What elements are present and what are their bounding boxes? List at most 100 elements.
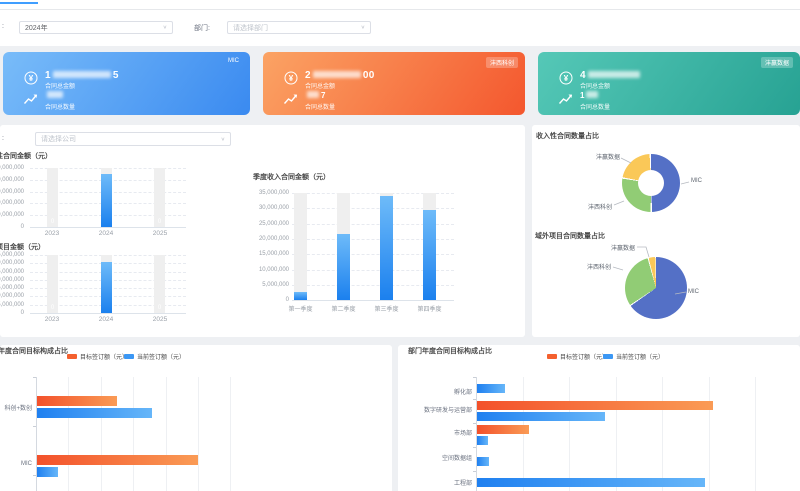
- card-amount-value: 15: [45, 70, 119, 81]
- y-tick: 100,000,000: [0, 165, 24, 171]
- y-tick: 40,000,000: [0, 200, 24, 206]
- legend-swatch-current[interactable]: [603, 354, 613, 359]
- y-tick: 30,000,000: [245, 205, 289, 211]
- kpi-card-fengxi: 沣西科创 ¥ 200 合同总金额 7 合同总数量: [263, 52, 525, 115]
- category-label: 空间数据组: [412, 453, 472, 462]
- bar-current: [477, 457, 489, 466]
- donut-hole: [638, 170, 664, 196]
- axis-tick: [33, 426, 36, 427]
- axis-tick: [473, 423, 476, 424]
- kpi-card-fengying: 沣赢数据 ¥ 4 合同总金额 1 合同总数量: [538, 52, 800, 115]
- y-tick: 35,000,000: [245, 190, 289, 196]
- svg-text:¥: ¥: [564, 74, 569, 83]
- legend-label-target[interactable]: 目标签订额（元）: [80, 352, 128, 361]
- bar-target: [477, 401, 713, 410]
- bar-target: [37, 396, 117, 406]
- bar-q3: [380, 196, 393, 300]
- category-label: 工程部: [412, 478, 472, 487]
- gridline: [101, 377, 102, 491]
- bar-current: [37, 467, 58, 477]
- legend-swatch-target[interactable]: [67, 354, 77, 359]
- x-axis-line: [30, 313, 186, 314]
- bar-q1: [294, 292, 307, 300]
- x-tick: 2024: [91, 230, 121, 237]
- axis-tick: [473, 471, 476, 472]
- category-label: MIC: [0, 461, 32, 467]
- axis-tick: [473, 377, 476, 378]
- bar-track: [294, 193, 307, 300]
- axis-tick: [33, 377, 36, 378]
- gridline: [198, 377, 199, 491]
- y-tick: 10,000,000: [0, 293, 24, 299]
- card-corner-badge: MIC: [224, 57, 243, 65]
- pie-label-fengying: 沣赢数据: [600, 243, 635, 252]
- bar-value-label: 0: [47, 305, 58, 311]
- x-tick: 2025: [145, 230, 175, 237]
- gridline: [662, 377, 663, 491]
- bar-target: [477, 425, 529, 434]
- y-tick: 25,000,000: [245, 221, 289, 227]
- y-tick: 0: [245, 297, 289, 303]
- top-tab-bar: [0, 0, 800, 10]
- bar-2024: [101, 174, 112, 227]
- dashboard-root: : 2024年 ∨ 部门: 请选择部门 ∨ MIC ¥ 15 合同总金额 合同总…: [0, 0, 800, 491]
- x-tick: 第二季度: [328, 304, 359, 313]
- x-tick: 2023: [37, 230, 67, 237]
- active-tab-indicator[interactable]: [0, 2, 38, 4]
- trend-up-icon: [283, 91, 299, 107]
- kpi-card-mic: MIC ¥ 15 合同总金额 合同总数量: [3, 52, 250, 115]
- chevron-down-icon: ∨: [361, 25, 365, 31]
- gridline: [166, 377, 167, 491]
- currency-circulate-icon: ¥: [23, 70, 39, 86]
- pie-label-fengxi: 沣西科创: [578, 202, 612, 211]
- card-corner-badge: 沣西科创: [486, 57, 518, 68]
- currency-circulate-icon: ¥: [558, 70, 574, 86]
- x-tick: 2023: [37, 316, 67, 323]
- card-amount-label: 合同总金额: [45, 81, 75, 90]
- y-tick: 20,000,000: [245, 236, 289, 242]
- dept-select[interactable]: 请选择部门 ∨: [227, 21, 371, 34]
- x-axis-line: [292, 300, 454, 301]
- legend-swatch-target[interactable]: [547, 354, 557, 359]
- axis-tick: [33, 475, 36, 476]
- card-amount-value: 200: [305, 70, 375, 81]
- bar-current: [477, 412, 605, 421]
- card-count-value: 7: [305, 91, 325, 100]
- pie-label-fengying: 沣赢数据: [585, 152, 620, 161]
- y-tick: 25,000,000: [0, 269, 24, 275]
- chart-title-annual-target: 年度合同目标构成占比: [0, 346, 68, 356]
- chevron-down-icon: ∨: [221, 136, 225, 142]
- redacted-value: [586, 91, 598, 98]
- gridline: [569, 377, 570, 491]
- year-filter-label: :: [2, 23, 4, 30]
- legend-label-current[interactable]: 当前签订额（元）: [616, 352, 664, 361]
- company-select-placeholder: 请选择公司: [41, 134, 76, 144]
- bar-q2: [337, 234, 350, 300]
- legend-label-current[interactable]: 当前签订额（元）: [137, 352, 185, 361]
- legend-label-target[interactable]: 目标签订额（元）: [560, 352, 608, 361]
- bar-value-label: 0: [154, 219, 165, 225]
- chevron-down-icon: ∨: [163, 25, 167, 31]
- x-tick: 第三季度: [371, 304, 402, 313]
- gridline: [755, 377, 756, 491]
- dept-filter-label: 部门:: [194, 23, 210, 33]
- year-select-value: 2024年: [25, 23, 48, 33]
- category-label: 科创+数创: [0, 403, 32, 412]
- y-tick: 5,000,000: [0, 302, 24, 308]
- y-tick: 0: [0, 310, 24, 316]
- year-select[interactable]: 2024年 ∨: [19, 21, 173, 34]
- y-axis-line: [476, 377, 477, 491]
- x-tick: 2025: [145, 316, 175, 323]
- trend-up-icon: [23, 91, 39, 107]
- legend-swatch-current[interactable]: [124, 354, 134, 359]
- chart-title-income-count-share: 收入性合同数量占比: [536, 131, 599, 141]
- bar-current: [477, 436, 488, 445]
- company-filter-label: :: [2, 135, 4, 142]
- card-count-label: 合同总数量: [305, 102, 335, 111]
- bar-current: [37, 408, 152, 418]
- bar-value-label: 0: [47, 219, 58, 225]
- gridline: [523, 377, 524, 491]
- company-select[interactable]: 请选择公司 ∨: [35, 132, 231, 146]
- chart-title-annual-amount: 性合同金额（元）: [0, 151, 52, 161]
- x-axis-line: [30, 227, 186, 228]
